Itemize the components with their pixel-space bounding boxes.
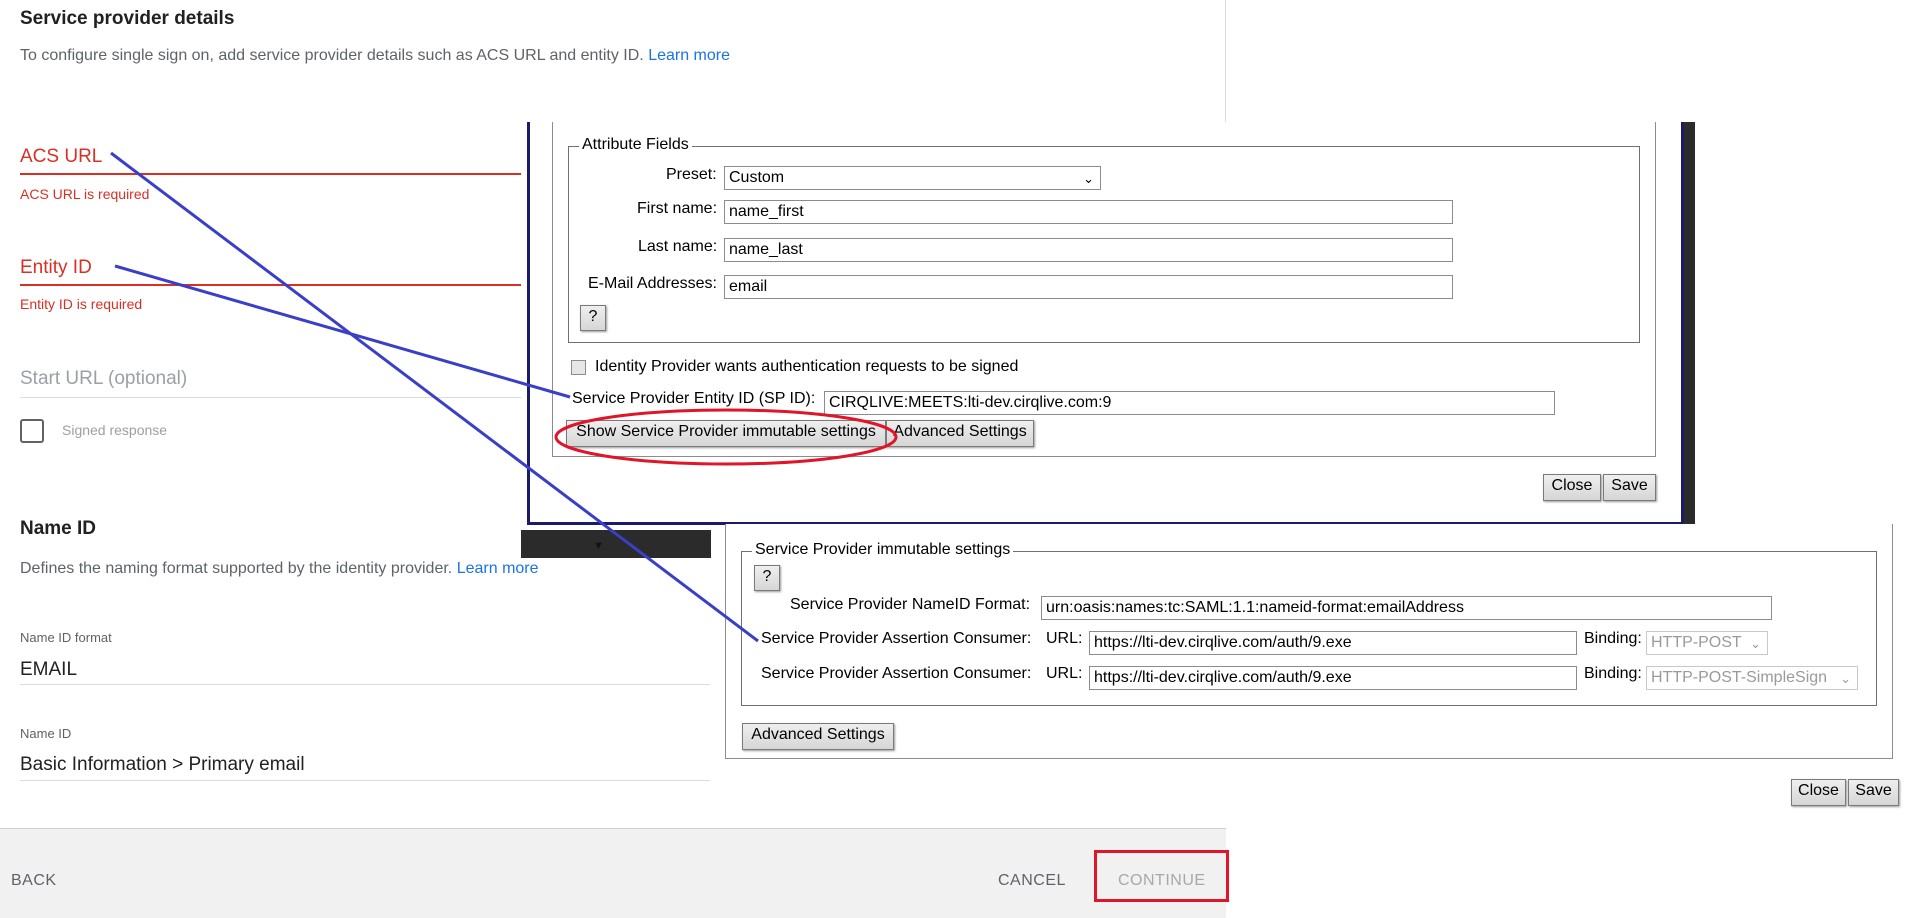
annotation-overlay [110, 151, 898, 643]
annotation-highlight-ellipse [554, 408, 898, 466]
annotation-line-acs [110, 151, 759, 643]
annotation-line-entity [114, 264, 571, 399]
